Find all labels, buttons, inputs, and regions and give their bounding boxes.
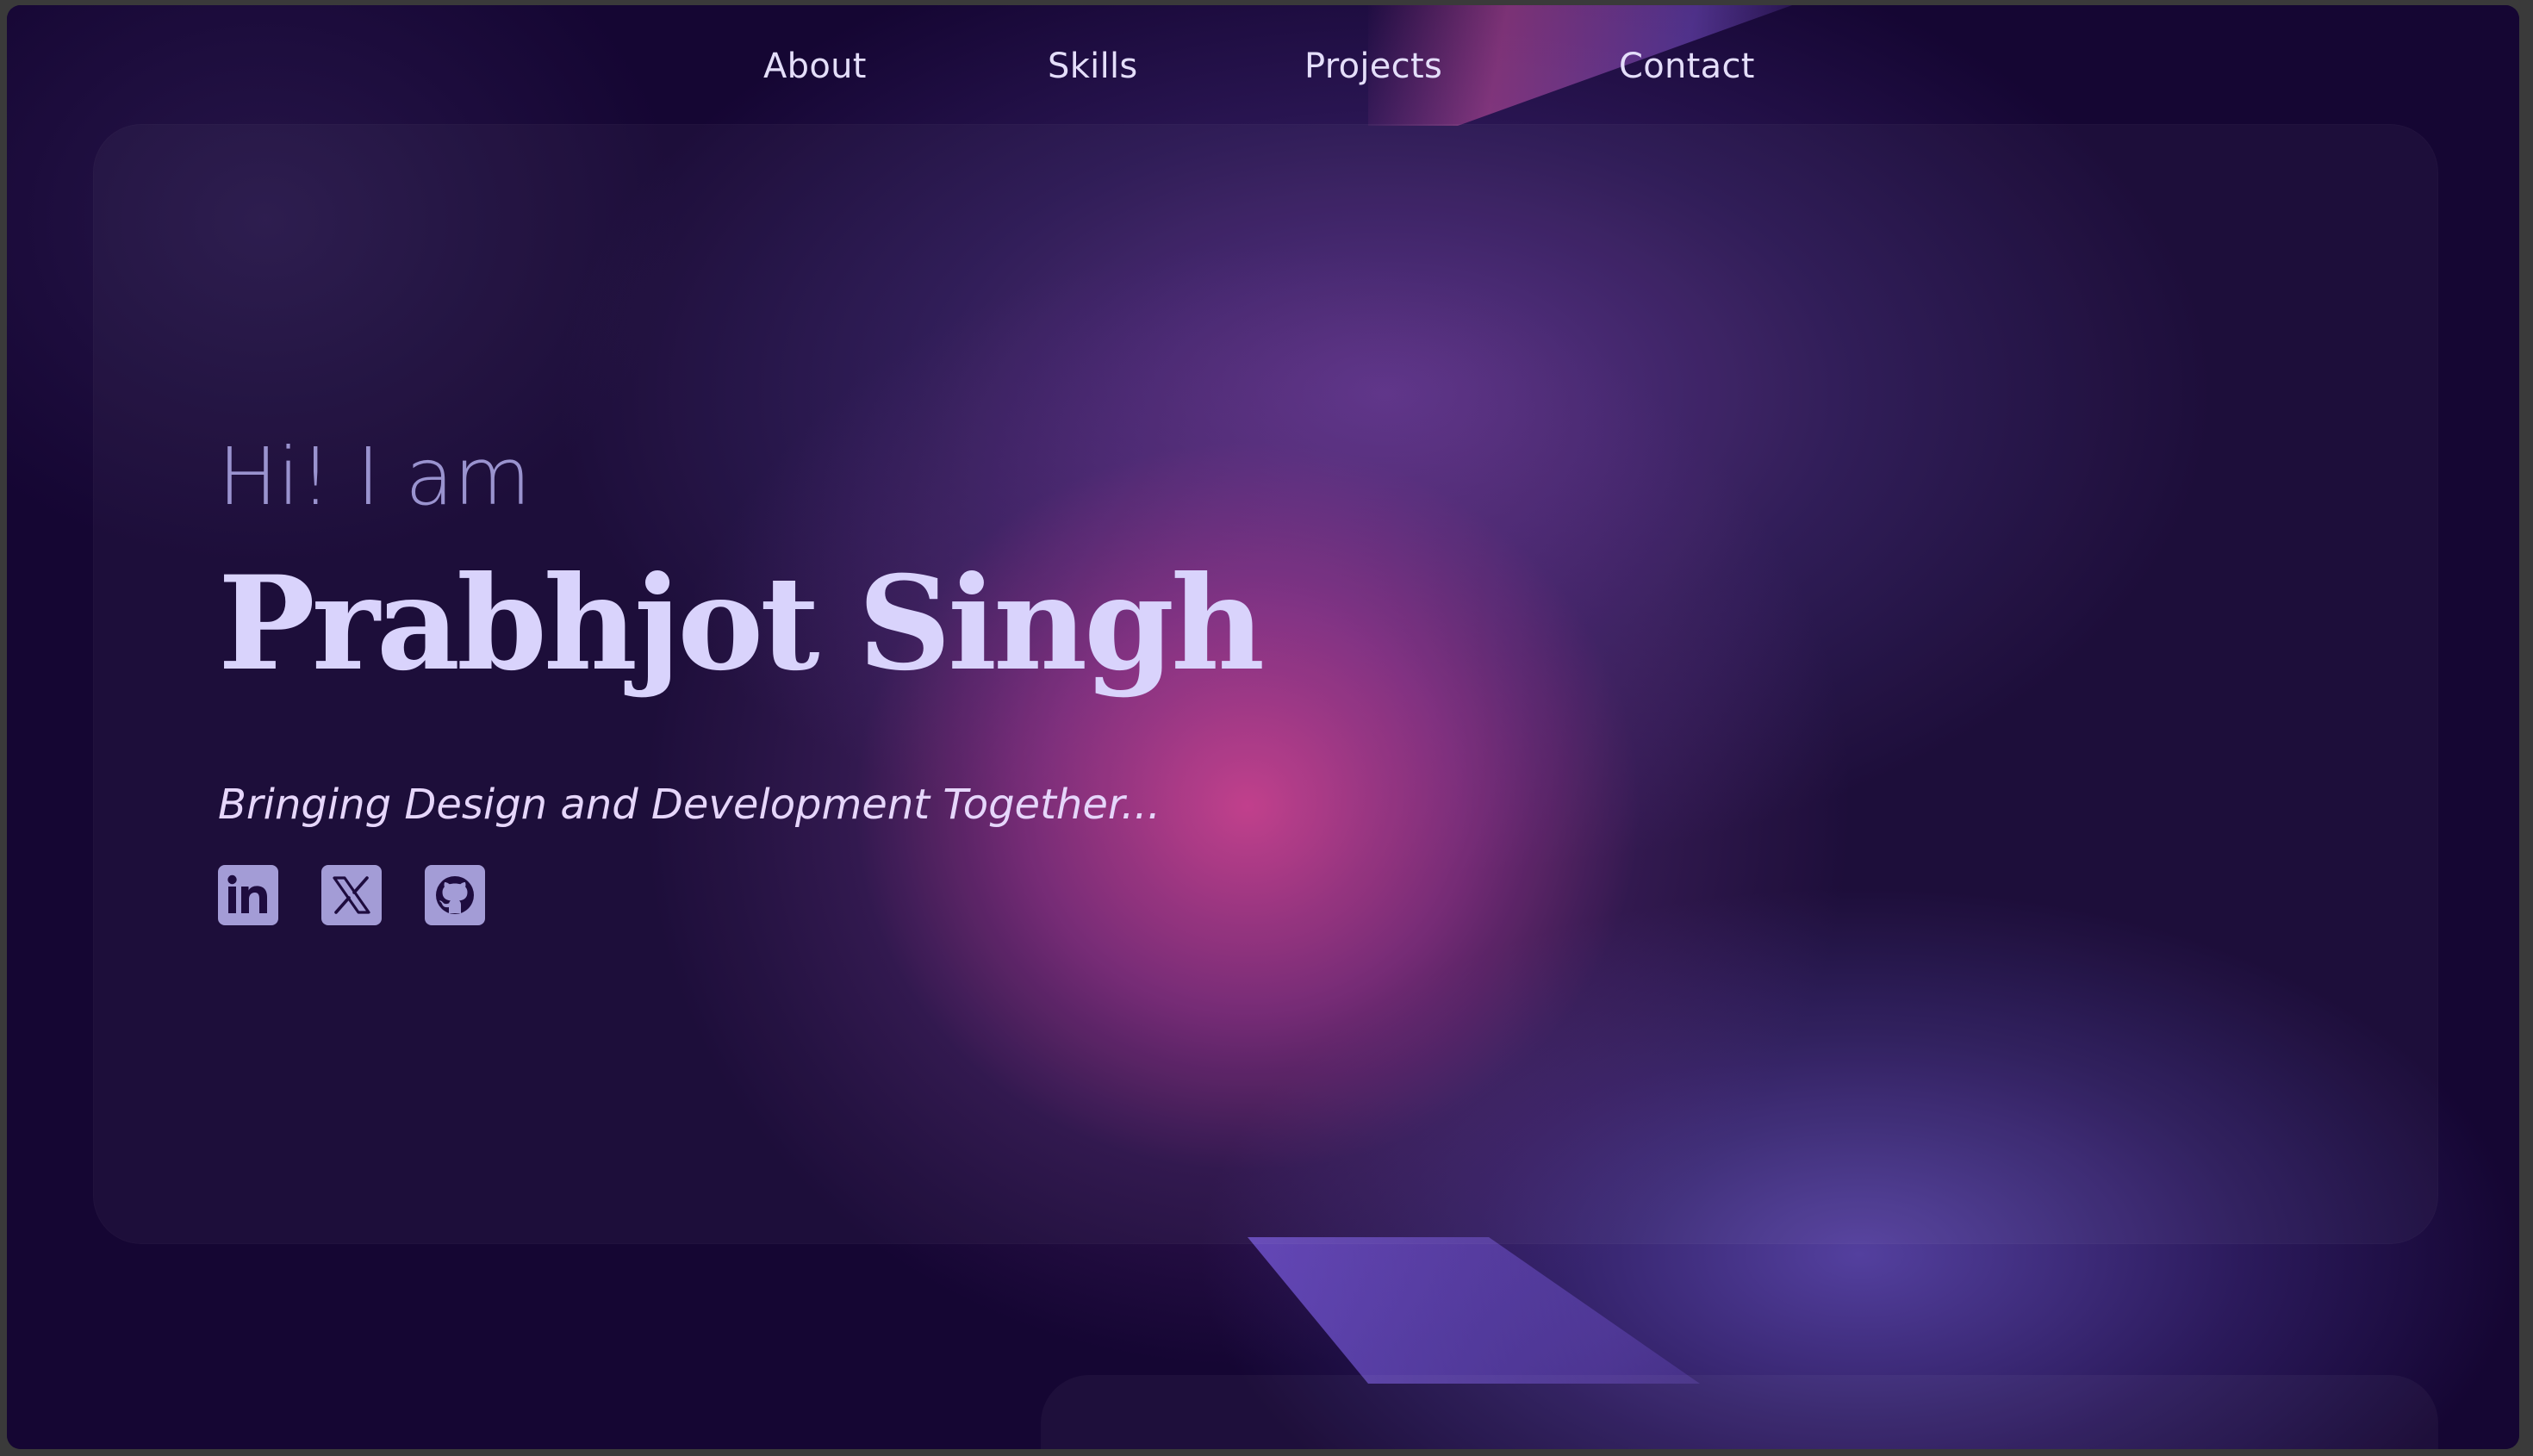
hero-section: Hi! I am Prabhjot Singh Bringing Design … (218, 426, 1265, 925)
x-twitter-link[interactable] (321, 865, 382, 925)
linkedin-icon (227, 874, 267, 913)
top-nav: About Skills Projects Contact (7, 47, 2519, 98)
social-links (218, 865, 1261, 925)
hero-name: Prabhjot Singh (218, 548, 1265, 700)
hero-greeting: Hi! I am (218, 431, 532, 523)
hero-tagline: Bringing Design and Development Together… (218, 781, 1161, 829)
nav-about-link[interactable]: About (763, 47, 867, 86)
linkedin-link[interactable] (218, 865, 278, 925)
next-section-card (1041, 1375, 2438, 1449)
nav-contact-link[interactable]: Contact (1619, 47, 1755, 86)
nav-skills-link[interactable]: Skills (1048, 47, 1138, 86)
x-twitter-icon (333, 876, 370, 914)
page-frame: About Skills Projects Contact Hi! I am P… (7, 5, 2519, 1449)
github-icon (436, 876, 474, 914)
nav-projects-link[interactable]: Projects (1304, 47, 1442, 86)
github-link[interactable] (425, 865, 485, 925)
